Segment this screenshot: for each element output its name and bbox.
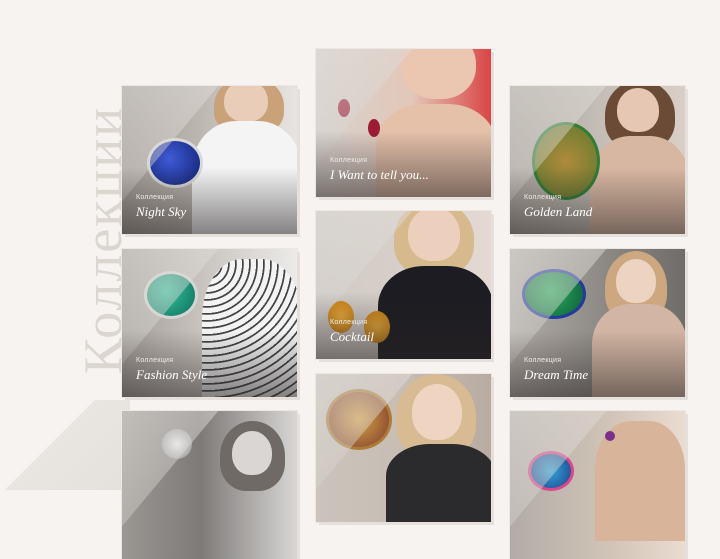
collection-name: Cocktail: [330, 329, 375, 344]
collection-card-i-want-to-tell-you[interactable]: Коллекция I Want to tell you...: [316, 49, 491, 197]
collection-name: Fashion Style: [136, 367, 208, 382]
collection-name: Dream Time: [524, 367, 589, 382]
collection-card-dream-time[interactable]: Коллекция Dream Time: [510, 249, 685, 397]
collection-name: I Want to tell you...: [330, 167, 429, 182]
collection-label: Коллекция: [330, 157, 368, 164]
collection-label: Коллекция: [330, 319, 368, 326]
collection-name: Golden Land: [524, 204, 593, 219]
collection-label: Коллекция: [524, 357, 562, 364]
collection-label: Коллекция: [136, 357, 174, 364]
collection-card-golden-land[interactable]: Коллекция Golden Land: [510, 86, 685, 234]
collection-card-bottom-right[interactable]: [510, 411, 685, 559]
collection-label: Коллекция: [136, 194, 174, 201]
collection-name: Night Sky: [136, 204, 187, 219]
collection-card-cocktail[interactable]: Коллекция Cocktail: [316, 211, 491, 359]
collection-card-bottom-center[interactable]: [316, 374, 491, 522]
collection-label: Коллекция: [524, 194, 562, 201]
collection-card-night-sky[interactable]: Коллекция Night Sky: [122, 86, 297, 234]
collection-card-bottom-left[interactable]: [122, 411, 297, 559]
collection-card-fashion-style[interactable]: Коллекция Fashion Style: [122, 249, 297, 397]
